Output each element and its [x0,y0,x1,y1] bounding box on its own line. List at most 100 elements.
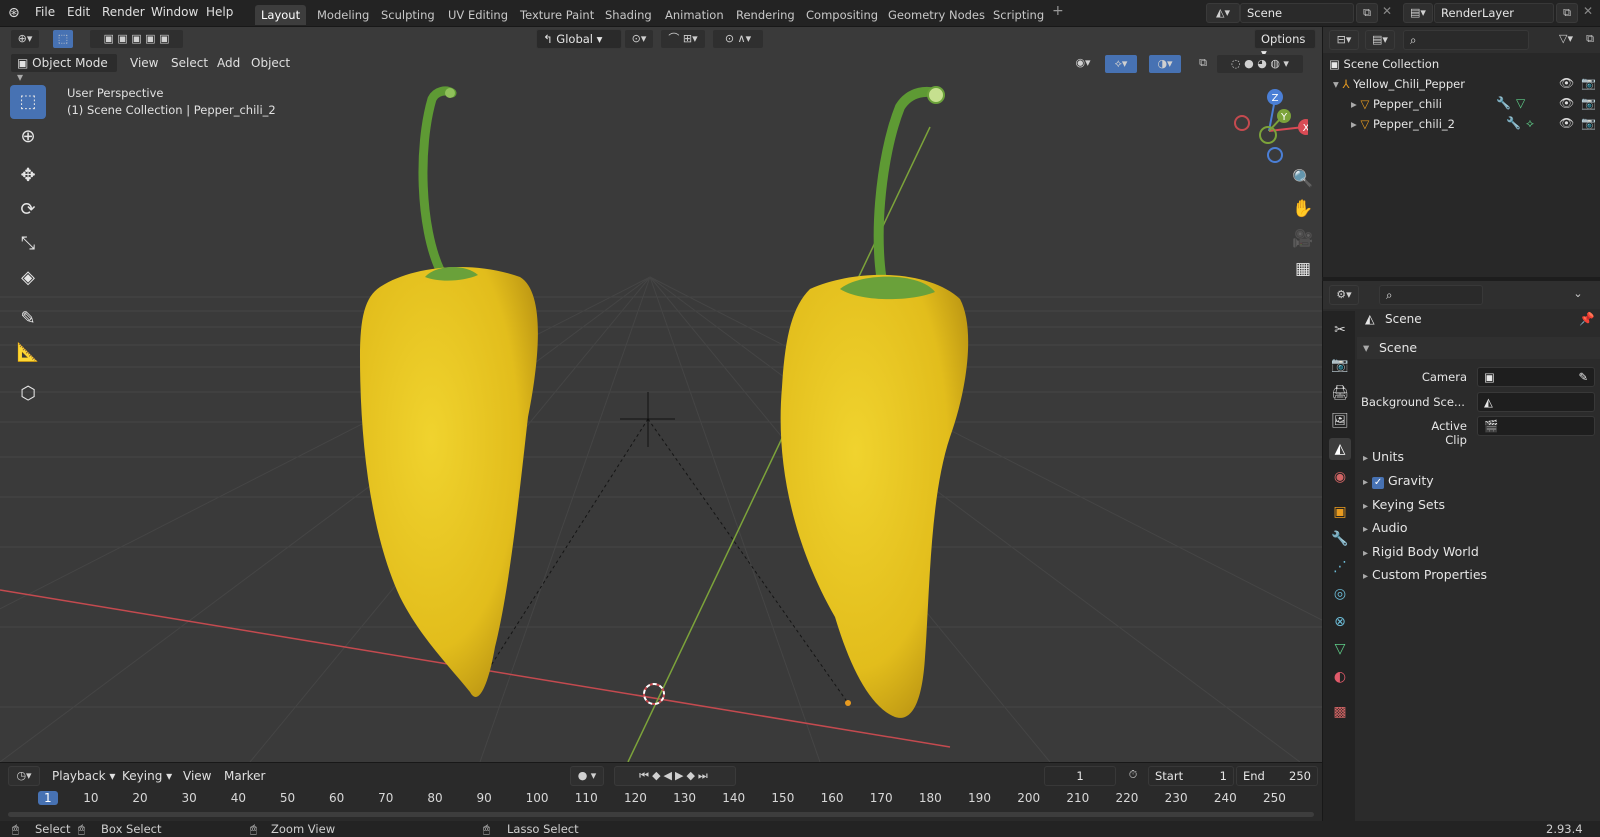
transform-orientation-dropdown[interactable]: ↰ Global ▾ [536,29,622,49]
measure-tool-icon[interactable]: 📐 [10,336,46,370]
menu-render[interactable]: Render [102,5,145,19]
tab-shading[interactable]: Shading [599,5,658,25]
pepper-chili-2-object[interactable] [780,86,969,718]
annotate-tool-icon[interactable]: ✎ [10,302,46,336]
audio-section[interactable]: ▸ Audio [1363,520,1408,535]
output-tab-icon[interactable]: 🖨 [1329,382,1351,404]
tweak-tool-icon[interactable]: ⬚ [10,85,46,119]
world-tab-icon[interactable]: ◉ [1329,466,1351,488]
physics-tab-icon[interactable]: ◎ [1329,583,1351,605]
eye-visibility-icon[interactable]: 👁 [1559,96,1574,110]
render-camera-icon[interactable]: 📷 [1581,76,1596,90]
pepper-chili-object[interactable] [360,86,538,697]
tab-texture-paint[interactable]: Texture Paint [514,5,600,25]
tab-layout[interactable]: Layout [255,5,307,25]
render-camera-icon[interactable]: 📷 [1581,116,1596,130]
scene-collection-row[interactable]: ▣ Scene Collection [1329,57,1439,71]
navigation-gizmo[interactable]: Z X Y [1228,85,1308,175]
menu-add[interactable]: Add [217,56,240,70]
light-crosshair[interactable] [620,392,675,447]
rotate-tool-icon[interactable]: ⟳ [10,193,46,227]
render-layer-field[interactable]: RenderLayer [1434,3,1554,23]
gravity-section[interactable]: ▸ ✓ Gravity [1363,473,1434,489]
properties-editor-icon[interactable]: ⚙▾ [1329,285,1359,305]
tab-uv-editing[interactable]: UV Editing [442,5,514,25]
constraints-tab-icon[interactable]: ⊗ [1329,611,1351,633]
scene-selector-icon[interactable]: ◭▾ [1206,3,1240,23]
tab-geometry-nodes[interactable]: Geometry Nodes [882,5,991,25]
properties-search-input[interactable]: ⌕ [1379,285,1483,305]
new-scene-icon[interactable]: ⧉ [1356,3,1378,23]
menu-help[interactable]: Help [206,5,233,19]
visibility-icon[interactable]: ◉▾ [1068,54,1098,74]
render-camera-icon[interactable]: 📷 [1581,96,1596,110]
texture-tab-icon[interactable]: ▩ [1329,701,1351,723]
scale-tool-icon[interactable]: ⤡ [10,227,46,261]
grid-view-icon[interactable]: ▦ [1288,255,1318,283]
menu-file[interactable]: File [35,5,55,19]
selection-mode-icons[interactable]: ▣ ▣ ▣ ▣ ▣ [89,29,184,49]
custom-properties-section[interactable]: ▸ Custom Properties [1363,567,1487,582]
view-layer-tab-icon[interactable]: 🖼 [1329,410,1351,432]
menu-select[interactable]: Select [171,56,208,70]
outliner-search-input[interactable]: ⌕ [1403,30,1529,50]
eyedropper-icon[interactable]: ✎ [1578,370,1588,384]
camera-field[interactable]: ▣ ✎ [1477,367,1595,387]
menu-view[interactable]: View [130,56,158,70]
active-clip-field[interactable]: 🎬 [1477,416,1595,436]
transform-tool-icon[interactable]: ◈ [10,261,46,295]
overlays-toggle-icon[interactable]: ◑▾ [1148,54,1182,74]
new-view-layer-icon[interactable]: ⧉ [1556,3,1578,23]
mesh-data-icon[interactable]: ▽ [1516,96,1525,110]
scene-name-field[interactable]: Scene [1240,3,1354,23]
modifier-tab-icon[interactable]: 🔧 [1329,528,1351,550]
collection-row[interactable]: ▾ ⅄ Yellow_Chili_Pepper [1333,77,1465,91]
pin-icon[interactable]: 📌 [1579,311,1595,327]
timeline-scrollbar[interactable] [8,812,1314,817]
select-tool-icon[interactable]: ⬚ [52,29,74,49]
modifier-wrench-icon[interactable]: 🔧 [1496,96,1511,110]
view-layer-icon[interactable]: ▤▾ [1403,3,1433,23]
tab-sculpting[interactable]: Sculpting [375,5,441,25]
add-cube-tool-icon[interactable]: ⬡ [10,377,46,411]
camera-view-icon[interactable]: 🎥 [1288,225,1318,253]
new-collection-icon[interactable]: ⧉ [1581,30,1599,50]
object-tab-icon[interactable]: ▣ [1329,501,1351,523]
tab-rendering[interactable]: Rendering [730,5,801,25]
units-section[interactable]: ▸ Units [1363,449,1404,464]
cursor-tool-icon[interactable]: ⊕ [10,120,46,154]
outliner-item-pepper-chili[interactable]: ▸ ▽ Pepper_chili [1351,97,1442,111]
zoom-icon[interactable]: 🔍 [1288,165,1318,193]
editor-type-icon[interactable]: ⊕▾ [10,29,40,49]
particles-tab-icon[interactable]: ⋰ [1329,556,1351,578]
delete-view-layer-icon[interactable]: ✕ [1583,4,1593,18]
scene-panel-header[interactable]: ▾ Scene [1357,337,1600,359]
options-dropdown[interactable]: Options ▾ [1254,29,1316,60]
outliner-editor-icon[interactable]: ⊟▾ [1329,30,1359,50]
filter-icon[interactable]: ▽▾ [1551,30,1581,50]
mode-selector[interactable]: ▣ Object Mode ▾ [10,53,118,84]
menu-edit[interactable]: Edit [67,5,90,19]
tab-compositing[interactable]: Compositing [800,5,884,25]
gizmo-toggle-icon[interactable]: ⟡▾ [1104,54,1138,74]
move-tool-icon[interactable]: ✥ [10,159,46,193]
proportional-editing-icon[interactable]: ⊙ ∧▾ [712,29,764,49]
delete-scene-icon[interactable]: ✕ [1382,4,1392,18]
scene-tab-icon[interactable]: ◭ [1329,438,1351,460]
material-tab-icon[interactable]: ◐ [1329,666,1351,688]
data-tab-icon[interactable]: ▽ [1329,638,1351,660]
tab-animation[interactable]: Animation [659,5,730,25]
outliner-item-pepper-chili-2[interactable]: ▸ ▽ Pepper_chili_2 [1351,117,1455,131]
rigid-body-section[interactable]: ▸ Rigid Body World [1363,544,1479,559]
background-scene-field[interactable]: ◭ [1477,392,1595,412]
menu-window[interactable]: Window [151,5,198,19]
render-tab-icon[interactable]: 📷 [1329,354,1351,376]
display-mode-icon[interactable]: ▤▾ [1365,30,1395,50]
camera-origin-dot[interactable] [845,700,851,706]
xray-toggle-icon[interactable]: ⧉ [1192,54,1214,74]
eye-visibility-icon[interactable]: 👁 [1559,76,1574,90]
keying-sets-section[interactable]: ▸ Keying Sets [1363,497,1445,512]
gravity-checkbox[interactable]: ✓ [1372,477,1385,489]
snapping-icon[interactable]: ⌒ ⊞▾ [660,29,706,49]
tab-scripting[interactable]: Scripting [987,5,1050,25]
